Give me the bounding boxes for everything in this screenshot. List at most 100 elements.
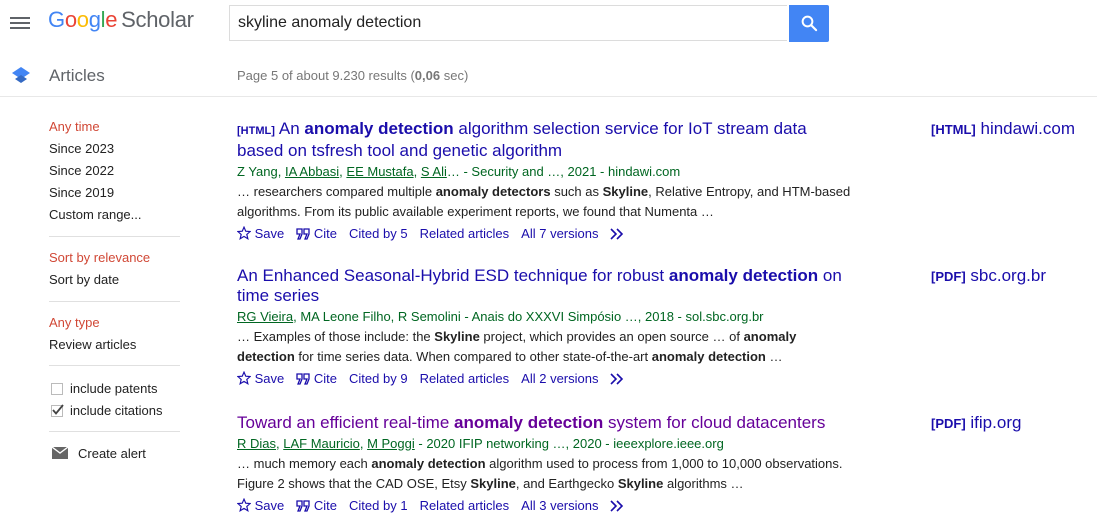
subheader: Articles Page 5 of about 9.230 results (… — [0, 52, 1097, 97]
cited-by-link-label: Cited by 1 — [349, 498, 408, 513]
result-authors: RG Vieira, MA Leone Filho, R Semolini - … — [237, 309, 857, 325]
related-articles-link[interactable]: Related articles — [420, 226, 510, 242]
filter-since-2019[interactable]: Since 2019 — [49, 185, 114, 200]
author-link[interactable]: RG Vieira — [237, 309, 293, 324]
cite-button-label: Cite — [313, 371, 338, 386]
highlighted-term: anomaly detection — [651, 349, 766, 364]
include-patents-checkbox[interactable] — [51, 383, 63, 395]
google-scholar-logo[interactable]: Google Scholar — [48, 7, 194, 33]
format-tag: [PDF] — [931, 269, 966, 284]
result-snippet: … Examples of those include: the Skyline… — [237, 327, 857, 367]
cited-by-link[interactable]: Cited by 5 — [349, 226, 408, 242]
logo-letter: G — [48, 7, 65, 32]
filter-any-type[interactable]: Any type — [49, 315, 100, 330]
result-snippet: … much memory each anomaly detection alg… — [237, 454, 857, 494]
result-actions: Save Cite Cited by 1 Related articles All 3… — [236, 497, 857, 514]
related-articles-link[interactable]: Related articles — [420, 371, 510, 387]
all-versions-link-label: All 3 versions — [521, 498, 599, 513]
highlighted-term: Skyline — [617, 476, 664, 491]
result-title-text: Toward an efficient real-time anomaly de… — [237, 413, 825, 432]
related-articles-link-label: Related articles — [419, 226, 510, 241]
section-title: Articles — [49, 66, 105, 85]
text-segment: , and Earthgecko — [515, 476, 618, 491]
side-domain: ifip.org — [970, 413, 1022, 432]
quote-icon — [296, 373, 310, 385]
include-citations-label[interactable]: include citations — [70, 403, 163, 418]
result-title[interactable]: An Enhanced Seasonal-Hybrid ESD techniqu… — [237, 266, 857, 306]
text-segment: An Enhanced Seasonal-Hybrid ESD techniqu… — [237, 266, 669, 285]
divider — [49, 431, 180, 432]
result-item: An Enhanced Seasonal-Hybrid ESD techniqu… — [236, 266, 857, 387]
save-button[interactable]: Save — [236, 370, 285, 387]
cite-button[interactable]: Cite — [296, 498, 337, 514]
text-segment: … — [765, 349, 783, 364]
save-button[interactable]: Save — [236, 497, 284, 514]
result-title[interactable]: Toward an efficient real-time anomaly de… — [237, 413, 857, 433]
checkmark-icon — [52, 404, 64, 415]
include-patents-label[interactable]: include patents — [70, 381, 157, 396]
divider — [49, 365, 180, 366]
save-button-label: Save — [254, 226, 285, 241]
cited-by-link[interactable]: Cited by 9 — [349, 371, 408, 387]
cite-button[interactable]: Cite — [296, 226, 337, 242]
all-versions-link[interactable]: All 7 versions — [521, 226, 598, 242]
related-articles-link[interactable]: Related articles — [420, 498, 510, 514]
more-chevrons-icon — [610, 228, 624, 240]
text-segment: - 2020 IFIP networking …, 2020 - ieeexpl… — [414, 436, 724, 451]
highlighted-term: Skyline — [602, 184, 649, 199]
author-link[interactable]: M Poggi — [367, 436, 415, 451]
side-link[interactable]: [HTML] hindawi.com — [931, 119, 1075, 139]
result-title[interactable]: [HTML] An anomaly detection algorithm sel… — [237, 119, 857, 161]
more-chevrons-icon — [610, 373, 624, 385]
side-link[interactable]: [PDF] ifip.org — [931, 413, 1021, 433]
highlighted-term: anomaly detectors — [435, 184, 551, 199]
cite-button[interactable]: Cite — [296, 371, 337, 387]
result-title-text: An Enhanced Seasonal-Hybrid ESD techniqu… — [237, 266, 842, 305]
results-time: 0,06 — [414, 68, 441, 83]
filter-review-articles[interactable]: Review articles — [49, 337, 136, 352]
search-input[interactable] — [229, 5, 787, 41]
results-count-prefix: Page 5 of about 9.230 results ( — [237, 68, 415, 83]
author-link[interactable]: LAF Mauricio — [283, 436, 360, 451]
filter-since-2022[interactable]: Since 2022 — [49, 163, 114, 178]
text-segment: , — [277, 164, 285, 179]
hamburger-menu-icon[interactable] — [10, 13, 30, 33]
filter-since-2023[interactable]: Since 2023 — [49, 141, 114, 156]
search-button[interactable] — [789, 5, 829, 42]
highlighted-term: anomaly detection — [454, 413, 604, 432]
result-authors: R Dias, LAF Mauricio, M Poggi - 2020 IFI… — [237, 436, 857, 452]
author-link[interactable]: R Dias — [237, 436, 276, 451]
sort-by-date[interactable]: Sort by date — [49, 272, 119, 287]
articles-icon — [12, 67, 30, 83]
divider — [49, 301, 180, 302]
save-button[interactable]: Save — [236, 225, 285, 242]
save-button-label: Save — [254, 371, 285, 386]
divider — [49, 236, 180, 237]
highlighted-term: anomaly detection — [371, 456, 486, 471]
more-options-button[interactable] — [610, 371, 626, 387]
more-options-button[interactable] — [610, 226, 626, 242]
more-options-button[interactable] — [610, 498, 626, 514]
text-segment: An — [278, 119, 305, 138]
logo-letter: g — [88, 7, 101, 32]
highlighted-term: anomaly detection — [304, 119, 454, 138]
filter-any-time[interactable]: Any time — [49, 119, 100, 134]
related-articles-link-label: Related articles — [419, 371, 510, 386]
author-link[interactable]: EE Mustafa — [346, 164, 413, 179]
sort-by-relevance[interactable]: Sort by relevance — [49, 250, 150, 265]
author-link[interactable]: IA Abbasi — [285, 164, 339, 179]
related-articles-link-label: Related articles — [419, 498, 510, 513]
all-versions-link[interactable]: All 2 versions — [521, 371, 598, 387]
text-segment: , — [413, 164, 421, 179]
highlighted-term: Skyline — [434, 329, 480, 344]
all-versions-link[interactable]: All 3 versions — [521, 498, 598, 514]
mail-icon — [52, 447, 68, 459]
create-alert-link[interactable]: Create alert — [78, 446, 146, 461]
cited-by-link[interactable]: Cited by 1 — [349, 498, 408, 514]
author-link[interactable]: S Ali — [421, 164, 447, 179]
filter-custom-range[interactable]: Custom range... — [49, 207, 142, 222]
text-segment: … - Security and …, 2021 - hindawi.com — [446, 164, 681, 179]
include-citations-checkbox[interactable] — [51, 404, 64, 417]
side-link[interactable]: [PDF] sbc.org.br — [931, 266, 1046, 286]
cite-button-label: Cite — [313, 498, 338, 513]
